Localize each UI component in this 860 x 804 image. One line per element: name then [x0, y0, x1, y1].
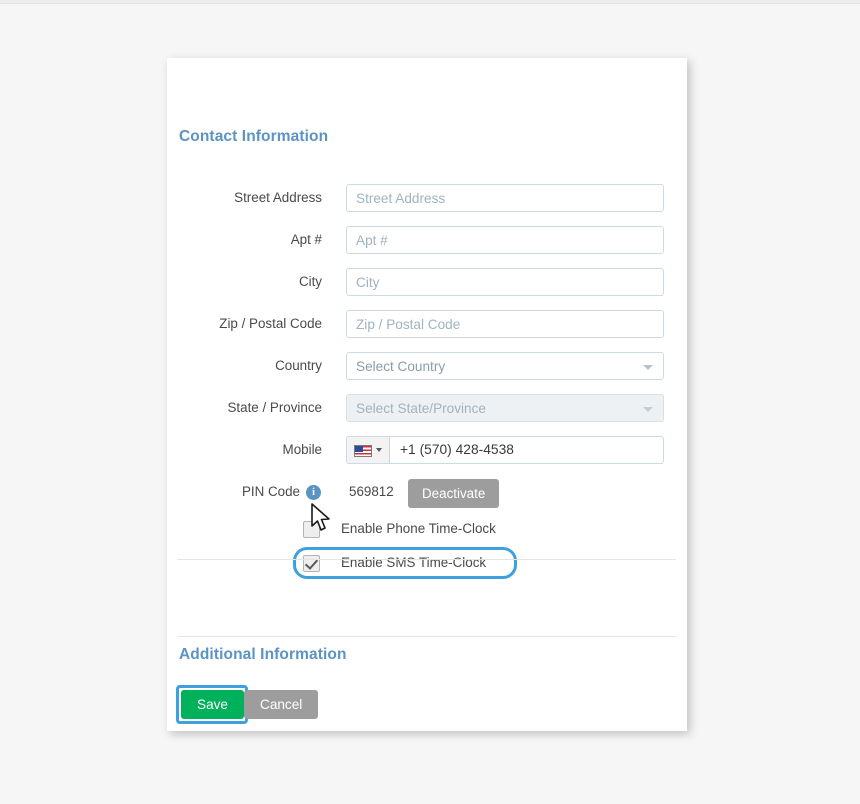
- save-button[interactable]: Save: [181, 690, 244, 719]
- pin-code-value: 569812: [349, 484, 394, 499]
- contact-information-card: Contact Information Street Address Apt #…: [167, 58, 687, 731]
- country-code-dropdown[interactable]: [347, 437, 390, 463]
- page-title: Contact Information: [179, 128, 329, 145]
- country-select[interactable]: Select Country: [346, 352, 664, 380]
- deactivate-button[interactable]: Deactivate: [408, 479, 500, 508]
- label-country: Country: [275, 358, 322, 373]
- enable-phone-timeclock-checkbox[interactable]: [303, 521, 320, 538]
- divider: [178, 636, 676, 637]
- country-select-value: Select Country: [356, 359, 446, 374]
- form-row-phone-timeclock: Enable Phone Time-Clock: [167, 513, 687, 541]
- enable-sms-timeclock-checkbox[interactable]: [303, 555, 320, 572]
- label-street-address: Street Address: [234, 190, 322, 205]
- label-city: City: [298, 274, 322, 289]
- form-row-state: State / Province Select State/Province: [167, 394, 687, 422]
- form-row-city: City: [167, 268, 687, 296]
- form-row-country: Country Select Country: [167, 352, 687, 380]
- form-row-zip: Zip / Postal Code: [167, 310, 687, 338]
- form-row-mobile: Mobile +1 (570) 428-4538: [167, 436, 687, 464]
- label-zip: Zip / Postal Code: [219, 316, 322, 331]
- info-icon[interactable]: i: [306, 485, 321, 500]
- form-row-pin-code: PIN Code i 569812 Deactivate: [167, 478, 687, 508]
- chevron-down-icon: [643, 365, 653, 370]
- state-province-select[interactable]: Select State/Province: [346, 394, 664, 422]
- enable-phone-timeclock-label: Enable Phone Time-Clock: [341, 521, 496, 536]
- enable-sms-timeclock-label: Enable SMS Time-Clock: [341, 555, 487, 570]
- additional-information-title: Additional Information: [179, 646, 347, 663]
- zip-input[interactable]: [346, 310, 664, 338]
- form-row-sms-timeclock: Enable SMS Time-Clock: [167, 547, 687, 579]
- form-row-apt: Apt #: [167, 226, 687, 254]
- chevron-down-icon: [643, 407, 653, 412]
- cancel-button[interactable]: Cancel: [244, 690, 319, 719]
- form-row-street-address: Street Address: [167, 184, 687, 212]
- mobile-phone-field: +1 (570) 428-4538: [346, 436, 664, 464]
- divider: [178, 559, 676, 560]
- apt-input[interactable]: [346, 226, 664, 254]
- page-top-edge: [0, 0, 860, 4]
- street-address-input[interactable]: [346, 184, 664, 212]
- chevron-down-icon: [376, 448, 382, 452]
- city-input[interactable]: [346, 268, 664, 296]
- mobile-phone-value[interactable]: +1 (570) 428-4538: [400, 437, 514, 463]
- label-apt: Apt #: [290, 232, 322, 247]
- state-province-select-value: Select State/Province: [356, 401, 486, 416]
- label-state-province: State / Province: [227, 400, 322, 415]
- label-pin-code: PIN Code: [241, 484, 300, 499]
- us-flag-icon: [354, 445, 372, 457]
- label-mobile: Mobile: [282, 442, 322, 457]
